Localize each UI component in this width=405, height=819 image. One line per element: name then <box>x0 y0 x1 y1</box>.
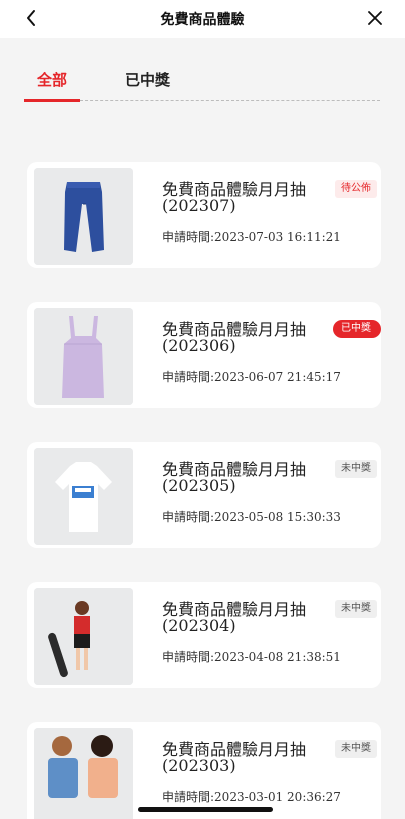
list-item[interactable]: 免費商品體驗月月抽(202307) 申請時間:2023-07-03 16:11:… <box>27 162 381 268</box>
list-item[interactable]: 免費商品體驗月月抽(202306) 申請時間:2023-06-07 21:45:… <box>27 302 381 408</box>
status-badge: 已中獎 <box>333 320 381 338</box>
application-list: 免費商品體驗月月抽(202307) 申請時間:2023-07-03 16:11:… <box>0 0 405 819</box>
entry-time: 申請時間:2023-07-03 16:11:21 <box>162 230 341 244</box>
tab-all[interactable]: 全部 <box>37 69 67 90</box>
tab-bar: 全部 已中獎 <box>0 38 405 118</box>
status-badge: 未中獎 <box>335 600 377 618</box>
page-title: 免費商品體驗 <box>160 12 245 28</box>
entry-title: 免費商品體驗月月抽(202306) <box>162 320 307 355</box>
entry-time: 申請時間:2023-04-08 21:38:51 <box>162 650 341 664</box>
navigation-bar: 免費商品體驗 <box>0 0 405 38</box>
status-badge: 未中獎 <box>335 740 377 758</box>
product-image <box>34 168 133 265</box>
tab-won[interactable]: 已中獎 <box>125 69 170 90</box>
entry-time: 申請時間:2023-03-01 20:36:27 <box>162 790 341 804</box>
product-image <box>34 308 133 405</box>
product-image <box>34 588 133 685</box>
status-badge: 待公佈 <box>335 180 377 198</box>
entry-title: 免費商品體驗月月抽(202304) <box>162 600 307 635</box>
list-item[interactable]: 免費商品體驗月月抽(202303) 申請時間:2023-03-01 20:36:… <box>27 722 381 819</box>
home-indicator[interactable] <box>138 807 273 812</box>
product-image <box>34 448 133 545</box>
entry-time: 申請時間:2023-06-07 21:45:17 <box>162 370 341 384</box>
entry-title: 免費商品體驗月月抽(202303) <box>162 740 307 775</box>
tab-divider <box>80 100 380 101</box>
list-item[interactable]: 免費商品體驗月月抽(202304) 申請時間:2023-04-08 21:38:… <box>27 582 381 688</box>
entry-title: 免費商品體驗月月抽(202307) <box>162 180 307 215</box>
active-tab-indicator <box>24 99 80 102</box>
list-item[interactable]: 免費商品體驗月月抽(202305) 申請時間:2023-05-08 15:30:… <box>27 442 381 548</box>
product-image <box>34 728 133 819</box>
entry-time: 申請時間:2023-05-08 15:30:33 <box>162 510 341 524</box>
close-icon[interactable] <box>363 6 387 30</box>
entry-title: 免費商品體驗月月抽(202305) <box>162 460 307 495</box>
status-badge: 未中獎 <box>335 460 377 478</box>
